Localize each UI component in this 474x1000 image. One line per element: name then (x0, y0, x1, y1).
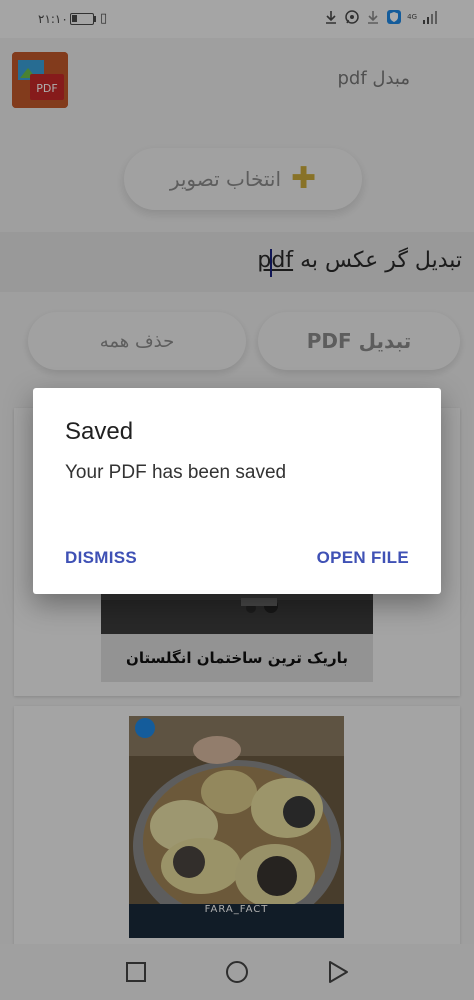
open-file-button[interactable]: OPEN FILE (317, 548, 409, 568)
dialog-message: Your PDF has been saved (65, 462, 287, 483)
saved-dialog: Saved Your PDF has been saved DISMISS OP… (33, 388, 441, 594)
dialog-title: Saved (65, 418, 134, 445)
dismiss-button[interactable]: DISMISS (65, 548, 137, 568)
